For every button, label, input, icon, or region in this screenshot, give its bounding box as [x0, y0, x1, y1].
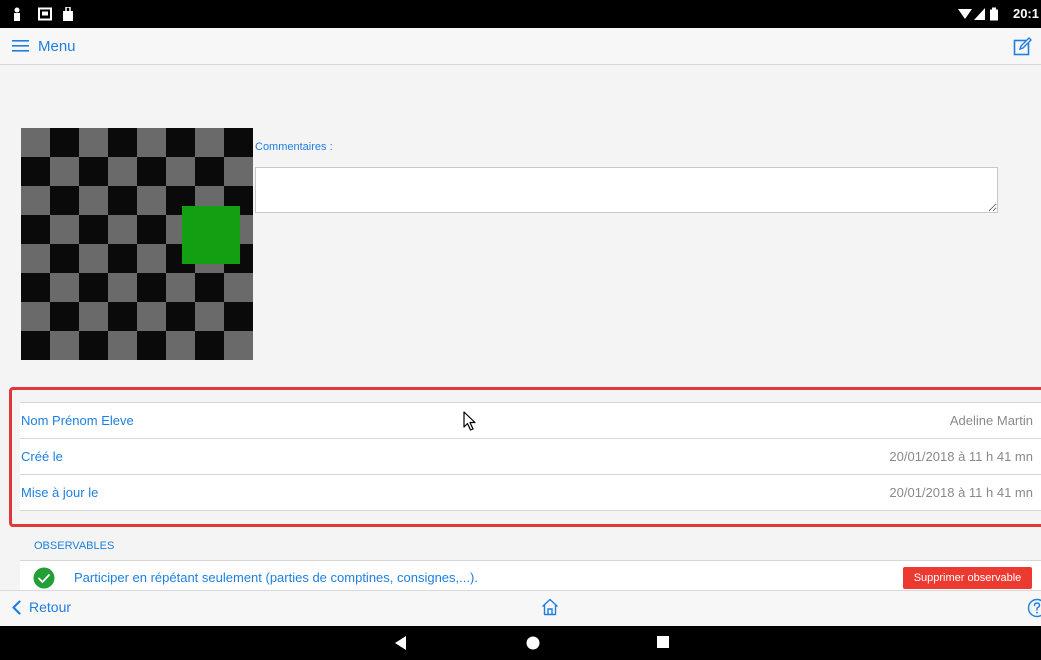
edit-icon[interactable] — [1013, 36, 1033, 56]
checker-cell — [224, 302, 253, 332]
checker-cell — [21, 215, 51, 245]
nav-recents-icon[interactable] — [657, 636, 669, 648]
checker-cell — [224, 128, 253, 158]
checker-cell — [50, 273, 80, 303]
checker-cell — [224, 331, 253, 360]
checker-cell — [21, 302, 51, 332]
checker-cell — [79, 128, 109, 158]
checker-cell — [166, 128, 196, 158]
checker-cell — [50, 157, 80, 187]
checker-cell — [137, 244, 167, 274]
checker-cell — [50, 244, 80, 274]
checker-cell — [195, 157, 225, 187]
checker-cell — [50, 215, 80, 245]
help-icon[interactable] — [1027, 598, 1041, 618]
nav-home-icon[interactable] — [526, 636, 540, 650]
battery-icon — [990, 7, 998, 21]
checker-cell — [21, 128, 51, 158]
info-table: Nom Prénom Eleve Adeline Martin Créé le … — [20, 402, 1041, 511]
checker-cell — [224, 273, 253, 303]
observable-text: Participer en répétant seulement (partie… — [74, 570, 478, 585]
back-button[interactable]: Retour — [12, 599, 71, 615]
checker-cell — [50, 186, 80, 216]
checker-cell — [108, 273, 138, 303]
person-notification-icon — [14, 7, 20, 21]
checker-cell — [108, 244, 138, 274]
checker-cell — [137, 215, 167, 245]
status-bar: 20:1 — [0, 0, 1041, 28]
signal-icon — [974, 8, 985, 20]
checker-cell — [166, 273, 196, 303]
status-time: 20:1 — [1012, 6, 1039, 21]
main-content: Commentaires : Nom Prénom Eleve Adeline … — [0, 65, 1041, 591]
created-label: Créé le — [21, 449, 63, 464]
checker-cell — [137, 331, 167, 360]
checker-cell — [21, 186, 51, 216]
checker-cell — [79, 331, 109, 360]
checker-cell — [108, 157, 138, 187]
checker-cell — [21, 273, 51, 303]
checker-cell — [79, 302, 109, 332]
checker-cell — [79, 157, 109, 187]
observable-item: Participer en répétant seulement (partie… — [20, 560, 1041, 591]
info-row-created: Créé le 20/01/2018 à 11 h 41 mn — [20, 439, 1041, 475]
mail-notification-icon — [38, 7, 52, 21]
checker-cell — [79, 244, 109, 274]
back-label: Retour — [29, 599, 72, 615]
checker-cell — [137, 157, 167, 187]
created-value: 20/01/2018 à 11 h 41 mn — [889, 449, 1033, 464]
chevron-left-icon — [12, 599, 21, 615]
home-icon[interactable] — [540, 597, 560, 617]
checker-cell — [195, 331, 225, 360]
checker-cell — [195, 302, 225, 332]
pattern-image — [21, 128, 253, 360]
checker-cell — [137, 302, 167, 332]
hamburger-icon — [12, 40, 29, 52]
checker-cell — [108, 215, 138, 245]
info-row-student-name: Nom Prénom Eleve Adeline Martin — [20, 403, 1041, 439]
checker-cell — [50, 302, 80, 332]
updated-label: Mise à jour le — [21, 485, 99, 500]
checker-cell — [79, 215, 109, 245]
green-square — [182, 206, 240, 264]
checker-cell — [79, 186, 109, 216]
checker-cell — [195, 273, 225, 303]
checker-cell — [195, 128, 225, 158]
bottom-toolbar: Retour — [0, 590, 1041, 627]
info-row-updated: Mise à jour le 20/01/2018 à 11 h 41 mn — [20, 475, 1041, 511]
checker-cell — [50, 128, 80, 158]
checker-cell — [21, 244, 51, 274]
mouse-cursor-icon — [463, 411, 476, 431]
check-circle-icon — [33, 567, 55, 589]
checker-cell — [108, 186, 138, 216]
student-name-label: Nom Prénom Eleve — [21, 413, 134, 428]
delete-observable-button[interactable]: Supprimer observable — [903, 567, 1032, 589]
checker-cell — [50, 331, 80, 360]
updated-value: 20/01/2018 à 11 h 41 mn — [889, 485, 1033, 500]
checker-cell — [166, 331, 196, 360]
checker-cell — [108, 128, 138, 158]
checker-cell — [79, 273, 109, 303]
checker-cell — [137, 128, 167, 158]
checker-cell — [224, 157, 253, 187]
checker-cell — [21, 157, 51, 187]
menu-label: Menu — [38, 37, 76, 55]
checker-cell — [137, 273, 167, 303]
comments-textarea[interactable] — [255, 167, 998, 213]
comments-label: Commentaires : — [255, 141, 333, 153]
checker-cell — [137, 186, 167, 216]
observables-header: OBSERVABLES — [34, 540, 115, 552]
checker-cell — [166, 157, 196, 187]
bag-notification-icon — [63, 7, 73, 21]
top-nav-bar: Menu — [0, 28, 1041, 65]
nav-back-icon[interactable] — [395, 636, 407, 650]
checker-cell — [108, 331, 138, 360]
wifi-icon — [958, 9, 972, 19]
checker-cell — [108, 302, 138, 332]
checker-cell — [166, 302, 196, 332]
checker-cell — [21, 331, 51, 360]
menu-button[interactable]: Menu — [12, 36, 76, 56]
student-name-value: Adeline Martin — [949, 413, 1033, 428]
android-nav-bar — [0, 626, 1041, 660]
